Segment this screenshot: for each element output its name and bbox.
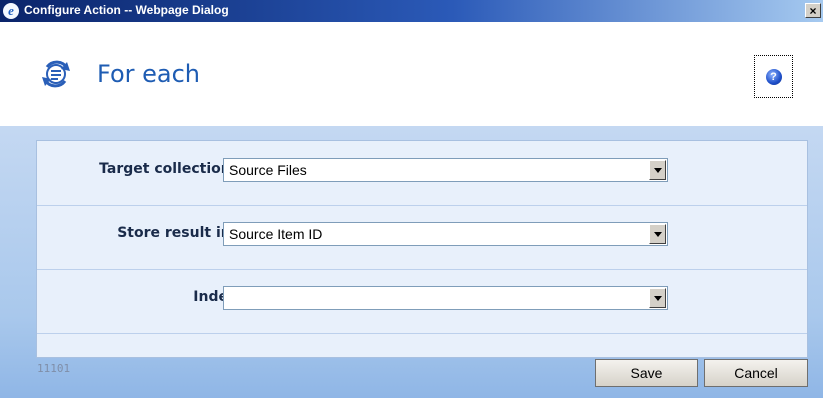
cancel-button[interactable]: Cancel [704, 359, 808, 387]
store-result-value: Source Item ID [229, 226, 323, 242]
dialog-window: e Configure Action -- Webpage Dialog × F… [0, 0, 823, 398]
target-collection-select[interactable]: Source Files [223, 158, 668, 182]
target-collection-label-text: Target collection [99, 161, 231, 177]
title-bar[interactable]: e Configure Action -- Webpage Dialog × [0, 0, 823, 22]
store-result-label-text: Store result in [117, 225, 231, 241]
store-result-select[interactable]: Source Item ID [223, 222, 668, 246]
loop-icon [42, 60, 70, 88]
save-button[interactable]: Save [595, 359, 698, 387]
target-collection-value: Source Files [229, 162, 307, 178]
store-result-label: Store result in* [117, 221, 237, 241]
dropdown-button[interactable] [649, 288, 666, 308]
help-button[interactable]: ? [754, 55, 793, 98]
form-row-target-collection: Target collection* Source Files [37, 141, 807, 206]
close-button[interactable]: × [805, 3, 821, 18]
target-collection-label: Target collection* [99, 157, 237, 177]
chevron-down-icon [654, 168, 662, 173]
chevron-down-icon [654, 232, 662, 237]
form-row-store-result: Store result in* Source Item ID [37, 205, 807, 270]
dropdown-button[interactable] [649, 224, 666, 244]
dialog-header: For each ? [0, 22, 823, 126]
form-panel: Target collection* Source Files Store re… [36, 140, 808, 358]
action-code: 11101 [37, 362, 71, 375]
action-title: For each [97, 60, 201, 88]
help-icon: ? [765, 68, 782, 85]
ie-icon: e [3, 3, 19, 19]
dropdown-button[interactable] [649, 160, 666, 180]
chevron-down-icon [654, 296, 662, 301]
dialog-body: Target collection* Source Files Store re… [0, 126, 823, 398]
window-title: Configure Action -- Webpage Dialog [24, 3, 229, 17]
form-row-index: Index [37, 269, 807, 334]
index-select[interactable] [223, 286, 668, 310]
